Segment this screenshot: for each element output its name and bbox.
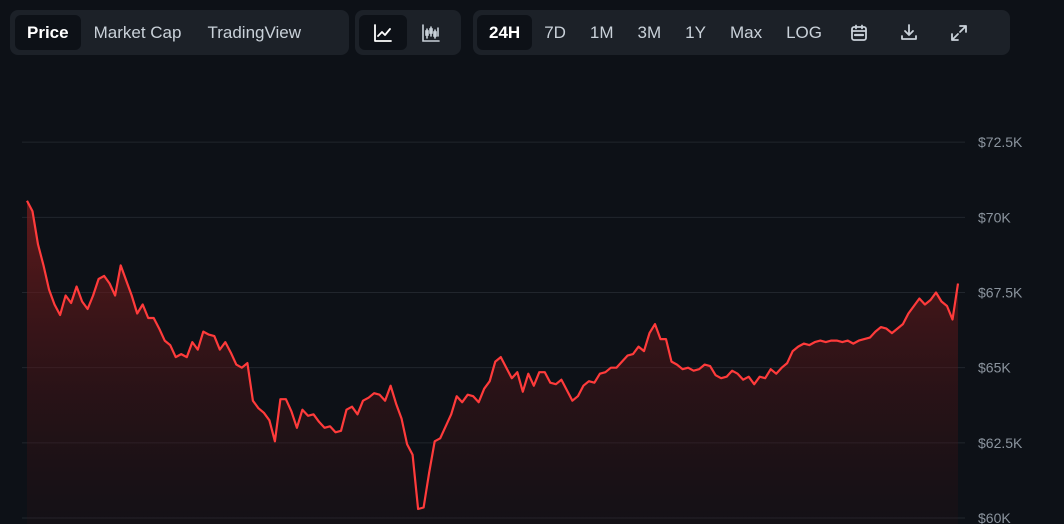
y-axis-ticks: $60K $62.5K $65K $67.5K $70K $72.5K (978, 134, 1023, 524)
y-tick-label: $65K (978, 360, 1011, 376)
y-tick-label: $62.5K (978, 435, 1023, 451)
y-tick-label: $60K (978, 510, 1011, 524)
price-area-fill (27, 200, 958, 524)
y-tick-label: $72.5K (978, 134, 1023, 150)
y-tick-label: $67.5K (978, 284, 1023, 300)
y-tick-label: $70K (978, 209, 1011, 225)
price-chart: $60K $62.5K $65K $67.5K $70K $72.5K (22, 134, 1023, 524)
